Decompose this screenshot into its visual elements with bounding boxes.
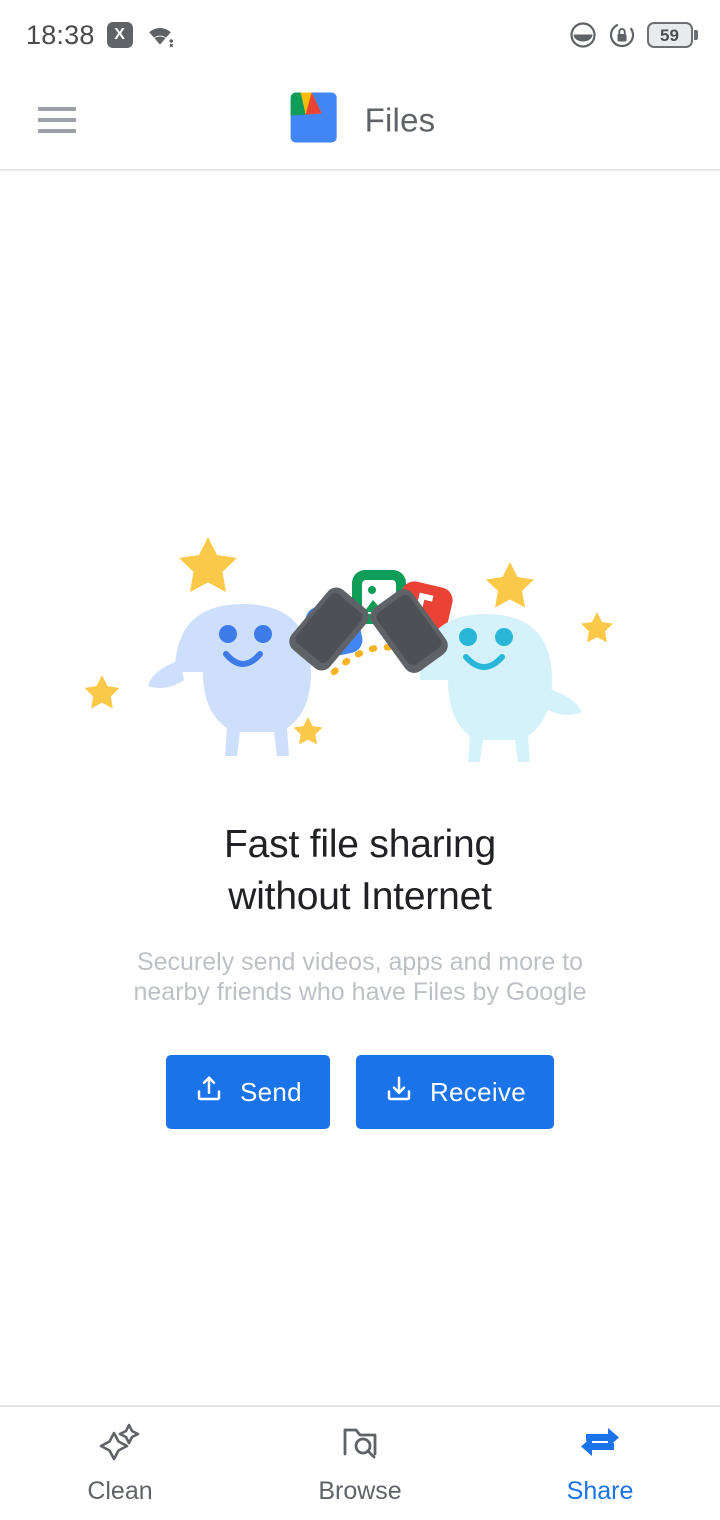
- app-bar-title: Files: [364, 101, 436, 138]
- right-blob-character: [370, 589, 582, 762]
- dark-theme-icon: [569, 21, 597, 49]
- headline-line-1: Fast file sharing: [224, 823, 496, 866]
- share-empty-state: Fast file sharing without Internet Secur…: [0, 172, 720, 1402]
- battery-body: 59: [646, 22, 693, 48]
- nav-item-share-label: Share: [566, 1476, 634, 1505]
- folder-search-icon: [339, 1422, 381, 1467]
- page-subtitle: Securely send videos, apps and more to n…: [133, 947, 586, 1007]
- bottom-navigation-bar: Clean Browse Share: [0, 1405, 720, 1520]
- status-bar: 18:38 X 59: [0, 0, 720, 70]
- subtitle-line-2: nearby friends who have Files by Google: [133, 978, 587, 1006]
- left-blob-character: [148, 587, 369, 756]
- receive-button-label: Receive: [429, 1076, 526, 1107]
- hamburger-menu-icon[interactable]: [38, 107, 76, 133]
- subtitle-line-1: Securely send videos, apps and more to: [136, 948, 584, 976]
- hamburger-bar: [38, 107, 76, 111]
- headline-line-2: without Internet: [228, 875, 492, 918]
- status-bar-left: 18:38 X: [26, 20, 175, 51]
- two-blobs-sharing-files-illustration: [80, 512, 640, 767]
- page-title: Fast file sharing without Internet: [224, 819, 496, 923]
- battery-indicator: 59: [646, 22, 698, 48]
- action-button-row: Send Receive: [166, 1055, 554, 1129]
- upload-icon: [194, 1074, 224, 1111]
- nav-item-browse-label: Browse: [318, 1476, 402, 1505]
- battery-tip: [694, 30, 698, 40]
- hamburger-bar: [38, 118, 76, 122]
- nav-item-clean-label: Clean: [87, 1476, 153, 1505]
- wifi-icon: [145, 22, 175, 48]
- app-bar: Files: [0, 70, 720, 170]
- send-button[interactable]: Send: [166, 1055, 330, 1129]
- battery-level-label: 59: [660, 25, 679, 45]
- receive-button[interactable]: Receive: [355, 1055, 554, 1129]
- files-by-google-logo: [285, 92, 343, 149]
- app-bar-brand: Files: [285, 92, 436, 149]
- hamburger-bar: [38, 129, 76, 133]
- app-screen: 18:38 X 59 Files Fast file sharing witho…: [0, 0, 720, 1520]
- nav-item-share[interactable]: Share: [480, 1407, 720, 1520]
- nav-item-browse[interactable]: Browse: [240, 1407, 480, 1520]
- rotation-lock-icon: [608, 21, 636, 49]
- x-badge-icon: X: [106, 22, 133, 48]
- status-bar-clock: 18:38: [26, 19, 95, 50]
- sparkle-icon: [98, 1422, 142, 1467]
- send-button-label: Send: [240, 1076, 302, 1107]
- share-arrows-icon: [578, 1422, 622, 1467]
- download-icon: [384, 1074, 414, 1111]
- nav-item-clean[interactable]: Clean: [0, 1407, 240, 1520]
- status-bar-right: 59: [569, 21, 698, 49]
